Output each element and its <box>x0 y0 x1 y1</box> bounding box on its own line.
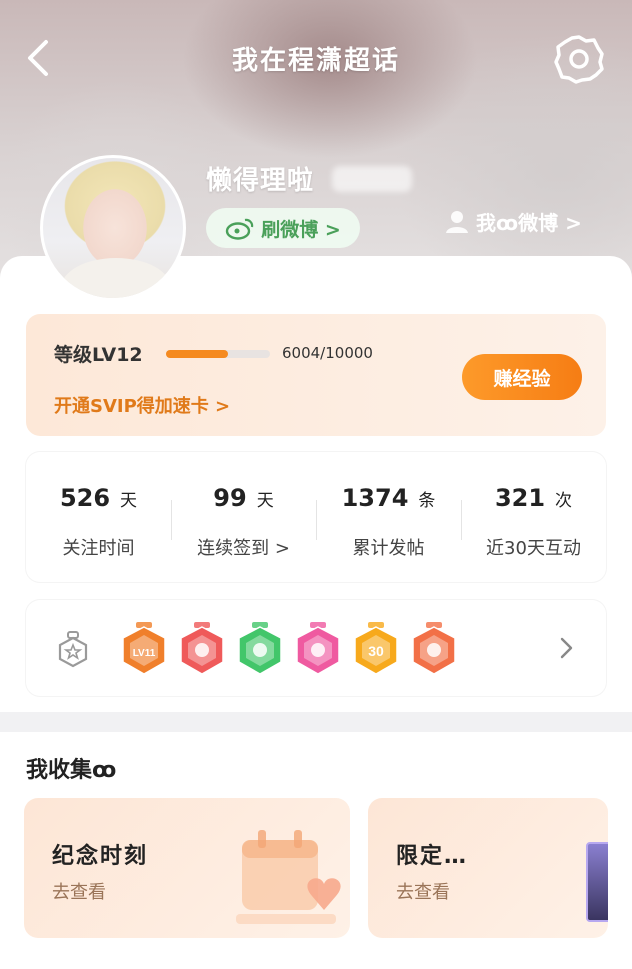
weibo-icon <box>226 218 254 240</box>
stat-label: 连续签到 > <box>197 538 290 559</box>
photo-card-thumbnail <box>586 842 608 922</box>
chevron-right-icon <box>560 637 573 659</box>
stat-checkin-streak[interactable]: 99 天 连续签到 > <box>171 452 316 582</box>
username: 懒得理啦 <box>206 166 315 196</box>
card-subtitle: 去查看 <box>52 882 106 903</box>
badge-text: LV11 <box>133 648 156 659</box>
stat-unit: 条 <box>418 491 436 511</box>
stat-value: 526 天 <box>26 484 171 512</box>
svip-link[interactable]: 开通SVIP得加速卡 > <box>54 392 230 418</box>
stat-value: 99 天 <box>171 484 316 512</box>
badge-text: 30 <box>368 643 384 659</box>
stat-unit: 天 <box>256 491 274 511</box>
level-progress-text: 6004/10000 <box>282 344 373 362</box>
browse-weibo-button[interactable]: 刷微博 > <box>206 208 360 248</box>
badge-list: LV11 30 <box>122 622 456 675</box>
gradcap-badge[interactable] <box>296 622 340 675</box>
settings-button[interactable] <box>552 32 606 86</box>
rock-hand-badge[interactable] <box>412 622 456 675</box>
days-30-badge[interactable]: 30 <box>354 622 398 675</box>
stat-number: 321 <box>494 484 546 512</box>
profile-content-sheet: 等级LV12 6004/10000 开通SVIP得加速卡 > 赚经验 526 天 … <box>0 256 632 712</box>
collection-card-memorial[interactable]: 纪念时刻 去查看 <box>24 798 350 938</box>
my-weibo-label: 我ꝏ微博 > <box>476 210 582 235</box>
stat-unit: 天 <box>120 491 138 511</box>
badges-row[interactable]: LV11 30 <box>26 600 606 696</box>
gear-icon <box>554 35 604 84</box>
stat-value: 1374 条 <box>316 484 461 512</box>
card-subtitle: 去查看 <box>396 882 450 903</box>
stat-label: 累计发帖 <box>352 538 425 559</box>
level-progress-bar <box>166 350 270 358</box>
user-icon <box>446 211 468 233</box>
calendar-heart-icon <box>236 830 341 924</box>
collection-card-limited[interactable]: 限定… 去查看 <box>368 798 608 938</box>
browse-weibo-label: 刷微博 > <box>261 218 341 241</box>
stat-recent-interactions: 321 次 近30天互动 <box>461 452 606 582</box>
level-card: 等级LV12 6004/10000 开通SVIP得加速卡 > 赚经验 <box>26 314 606 436</box>
stat-unit: 次 <box>555 491 573 511</box>
stat-number: 1374 <box>341 484 409 512</box>
trophy-badge[interactable] <box>180 622 224 675</box>
stat-number: 526 <box>59 484 111 512</box>
level-label: 等级LV12 <box>54 344 143 366</box>
lv11-badge[interactable]: LV11 <box>122 622 166 675</box>
hand-badge[interactable] <box>238 622 282 675</box>
stats-card: 526 天 关注时间 99 天 连续签到 > 1374 条 累计发帖 321 次 近30… <box>26 452 606 582</box>
avatar[interactable] <box>40 155 186 301</box>
collection-section: 我收集ꝏ 纪念时刻 去查看 限定… 去查看 <box>0 732 632 969</box>
stat-number: 99 <box>213 484 247 512</box>
stat-label: 近30天互动 <box>486 538 581 559</box>
stat-follow-days: 526 天 关注时间 <box>26 452 171 582</box>
card-title: 限定… <box>396 844 469 869</box>
collection-title: 我收集ꝏ <box>26 758 117 783</box>
level-progress-fill <box>166 350 229 358</box>
stat-label: 关注时间 <box>62 538 135 559</box>
medal-outline-icon <box>58 631 88 668</box>
my-weibo-link[interactable]: 我ꝏ微博 > <box>444 204 582 238</box>
page-title: 我在程潇超话 <box>231 46 400 76</box>
username-redaction <box>332 166 412 192</box>
earn-exp-button[interactable]: 赚经验 <box>462 354 582 400</box>
stat-total-posts: 1374 条 累计发帖 <box>316 452 461 582</box>
card-title: 纪念时刻 <box>52 844 149 869</box>
stat-value: 321 次 <box>461 484 606 512</box>
